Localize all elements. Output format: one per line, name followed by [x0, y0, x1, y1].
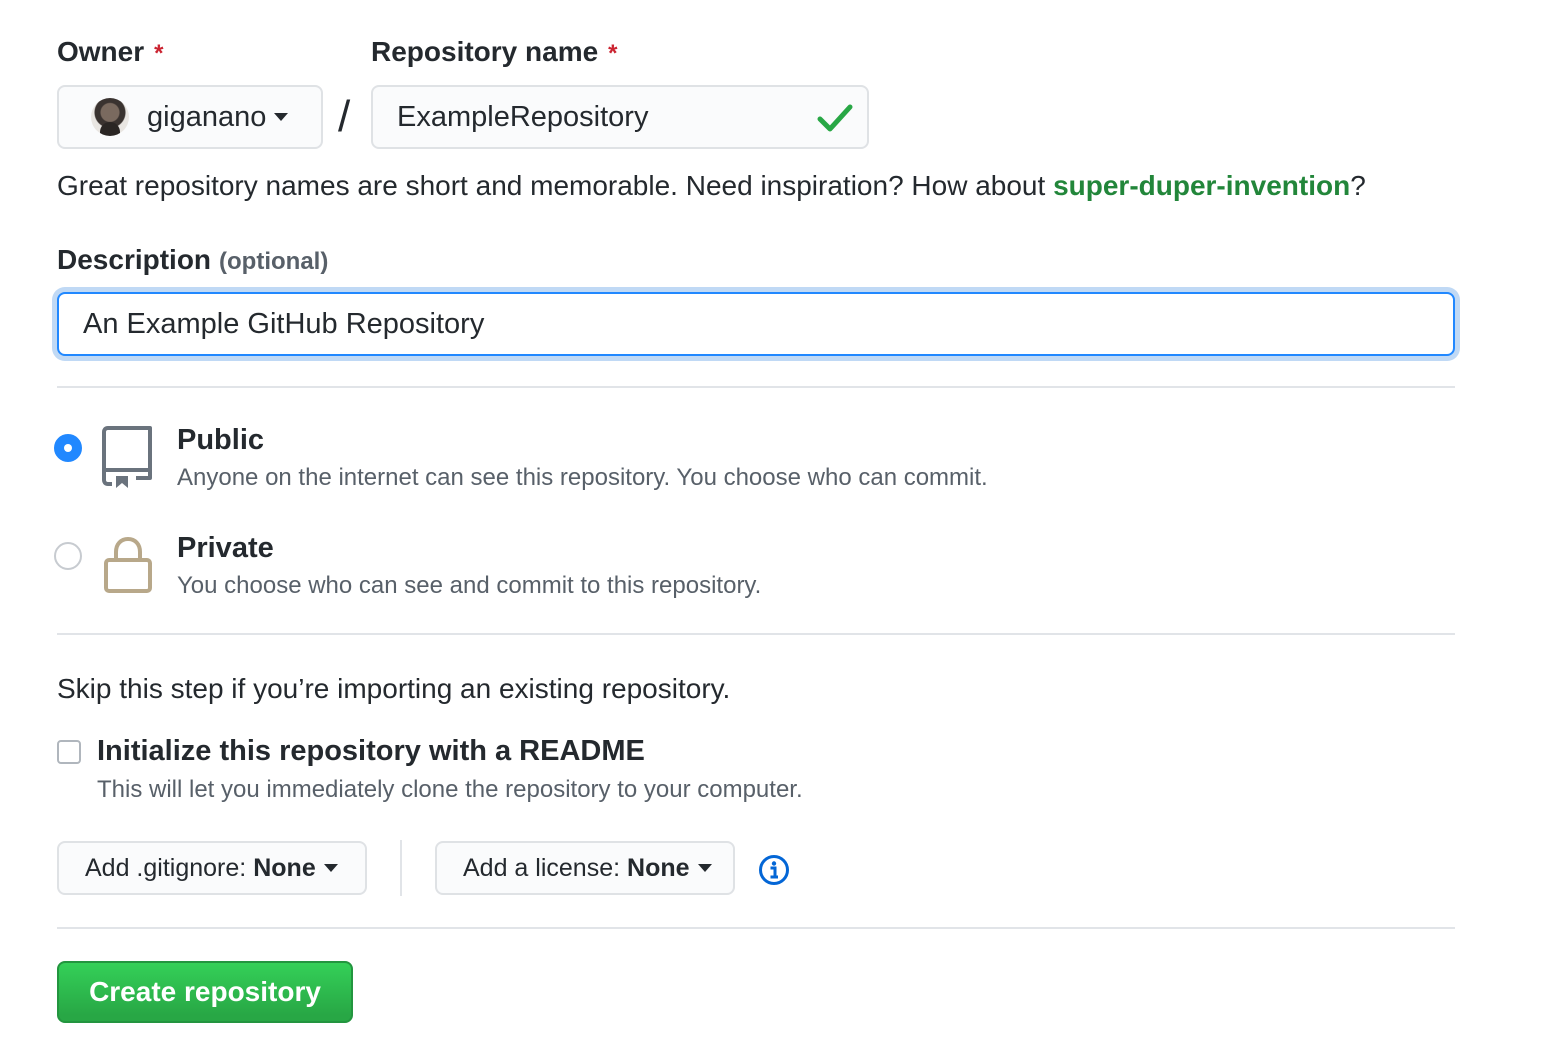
hint-suffix: ?	[1350, 170, 1366, 201]
create-repository-button[interactable]: Create repository	[57, 961, 353, 1023]
skip-step-text: Skip this step if you’re importing an ex…	[57, 673, 731, 704]
divider	[57, 633, 1455, 635]
repo-icon	[102, 426, 152, 488]
owner-required-mark: *	[154, 40, 164, 67]
hint-text: Great repository names are short and mem…	[57, 170, 1054, 201]
description-label-text: Description	[57, 244, 212, 275]
vertical-divider	[400, 840, 402, 896]
divider	[57, 386, 1455, 388]
readme-description: This will let you immediately clone the …	[97, 776, 803, 803]
info-icon[interactable]	[758, 854, 790, 886]
private-radio[interactable]	[54, 542, 82, 570]
repository-name-value: ExampleRepository	[397, 100, 649, 133]
license-label: Add a license:	[463, 853, 621, 882]
gitignore-value: None	[253, 853, 316, 882]
owner-repo-separator: /	[338, 92, 351, 141]
license-dropdown[interactable]: Add a license: None	[435, 841, 735, 895]
caret-down-icon	[274, 113, 289, 121]
caret-down-icon	[323, 864, 338, 872]
repository-name-input[interactable]: ExampleRepository	[371, 85, 869, 149]
private-title: Private	[177, 532, 274, 564]
readme-checkbox[interactable]	[57, 740, 81, 764]
repository-name-label: Repository name *	[371, 36, 618, 68]
private-description: You choose who can see and commit to thi…	[177, 572, 762, 599]
check-icon	[817, 104, 853, 132]
public-title: Public	[177, 424, 265, 456]
optional-tag: (optional)	[219, 248, 329, 275]
repository-name-label-text: Repository name	[371, 36, 599, 67]
description-input[interactable]: An Example GitHub Repository	[57, 292, 1455, 356]
repository-name-hint: Great repository names are short and mem…	[57, 170, 1366, 202]
license-value: None	[627, 853, 690, 882]
name-suggestion-link[interactable]: super-duper-invention	[1053, 170, 1350, 201]
gitignore-label: Add .gitignore:	[85, 853, 247, 882]
public-description: Anyone on the internet can see this repo…	[177, 464, 988, 491]
readme-title[interactable]: Initialize this repository with a README	[97, 735, 645, 768]
create-repository-form: Owner * Repository name * giganano / Examp…	[0, 0, 1556, 1064]
owner-dropdown[interactable]: giganano	[57, 85, 323, 149]
public-radio[interactable]	[54, 434, 82, 462]
lock-icon	[104, 536, 152, 593]
description-value: An Example GitHub Repository	[83, 307, 485, 340]
repository-name-required-mark: *	[608, 40, 618, 67]
gitignore-dropdown[interactable]: Add .gitignore: None	[57, 841, 367, 895]
description-label: Description (optional)	[57, 244, 328, 276]
caret-down-icon	[697, 864, 712, 872]
avatar	[91, 98, 129, 136]
owner-label-text: Owner	[57, 36, 145, 67]
divider	[57, 927, 1455, 929]
owner-name: giganano	[147, 100, 267, 133]
owner-label: Owner *	[57, 36, 163, 68]
